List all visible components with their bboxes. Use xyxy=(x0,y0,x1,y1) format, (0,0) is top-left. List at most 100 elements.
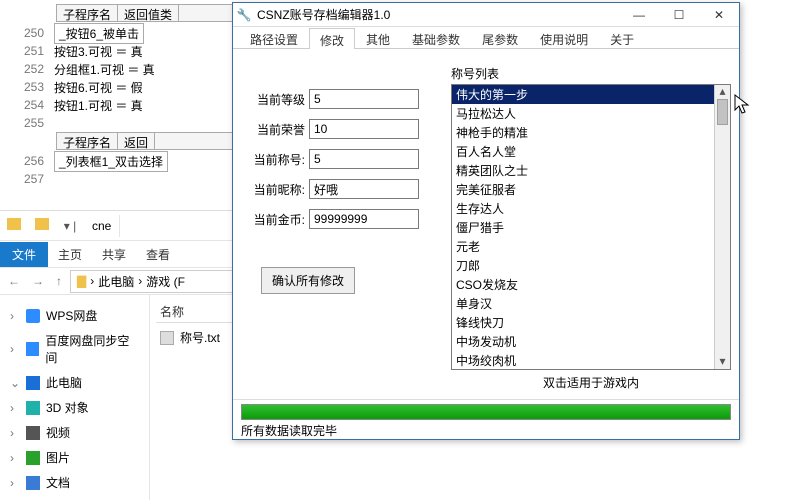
list-item[interactable]: CSO发烧友 xyxy=(452,275,730,294)
explorer-tab[interactable]: cne xyxy=(84,215,120,237)
tab-4[interactable]: 尾参数 xyxy=(471,27,529,48)
sidebar-item[interactable]: ›视频 xyxy=(4,420,145,445)
folder-icon: ▇ xyxy=(77,274,86,288)
list-item[interactable]: 神枪手的精准 xyxy=(452,123,730,142)
list-item[interactable]: 马拉松达人 xyxy=(452,104,730,123)
list-item[interactable]: 中场绞肉机 xyxy=(452,351,730,369)
txt-file-icon xyxy=(160,331,174,345)
ribbon-file[interactable]: 文件 xyxy=(0,242,48,267)
sidebar-item[interactable]: ›文档 xyxy=(4,470,145,495)
title-bar[interactable]: 🔧 CSNZ账号存档编辑器1.0 — ☐ ✕ xyxy=(233,3,739,27)
code-text: 按钮6.可视 ＝ 假 xyxy=(54,79,143,96)
sub-cell: _列表框1_双击选择 xyxy=(54,151,168,172)
sub-table-header2: 子程序名 返回 xyxy=(56,132,240,150)
explorer-sidebar: ›WPS网盘›百度网盘同步空间⌄此电脑›3D 对象›视频›图片›文档 xyxy=(0,295,150,500)
tab-2[interactable]: 其他 xyxy=(355,27,401,48)
list-item[interactable]: 元老 xyxy=(452,237,730,256)
close-button[interactable]: ✕ xyxy=(699,3,739,27)
scroll-up-icon[interactable]: ▴ xyxy=(715,85,730,99)
chevron-icon: › xyxy=(10,401,20,415)
pc-icon xyxy=(26,376,40,390)
crumb-sep: › xyxy=(138,274,142,288)
title-input[interactable] xyxy=(309,149,419,169)
minimize-button[interactable]: — xyxy=(619,3,659,27)
gold-input[interactable] xyxy=(309,209,419,229)
sidebar-item-label: 3D 对象 xyxy=(46,399,89,416)
code-row: 254按钮1.可视 ＝ 真 xyxy=(0,96,240,114)
progress-bar xyxy=(241,404,731,420)
sidebar-item-label: WPS网盘 xyxy=(46,307,97,324)
sidebar-item[interactable]: ⌄此电脑 xyxy=(4,370,145,395)
nav-fwd-icon[interactable]: → xyxy=(28,274,48,288)
list-item[interactable]: 中场发动机 xyxy=(452,332,730,351)
title-listbox[interactable]: 伟大的第一步马拉松达人神枪手的精准百人名人堂精英团队之士完美征服者生存达人僵尸猎… xyxy=(451,84,731,370)
sidebar-item-label: 图片 xyxy=(46,449,70,466)
wrench-icon: 🔧 xyxy=(233,8,255,22)
nick-label: 当前昵称: xyxy=(241,181,305,198)
tab-1[interactable]: 修改 xyxy=(309,28,355,49)
chevron-down-icon[interactable]: ▾ | xyxy=(56,219,84,233)
tab-5[interactable]: 使用说明 xyxy=(529,27,599,48)
nav-up-icon[interactable]: ↑ xyxy=(52,274,66,288)
ribbon-share[interactable]: 共享 xyxy=(92,242,136,267)
address-bar: ← → ↑ ▇ › 此电脑 › 游戏 (F xyxy=(0,267,240,295)
ribbon-home[interactable]: 主页 xyxy=(48,242,92,267)
list-item[interactable]: 伟大的第一步 xyxy=(452,85,730,104)
crumb-sep: › xyxy=(90,274,94,288)
col-rettype: 返回值类 xyxy=(118,5,179,21)
list-item[interactable]: 生存达人 xyxy=(452,199,730,218)
sidebar-item[interactable]: ›百度网盘同步空间 xyxy=(4,328,145,370)
col-subname: 子程序名 xyxy=(57,133,118,149)
maximize-button[interactable]: ☐ xyxy=(659,3,699,27)
tab-6[interactable]: 关于 xyxy=(599,27,645,48)
list-item[interactable]: 百人名人堂 xyxy=(452,142,730,161)
sidebar-item[interactable]: › 3D 对象 xyxy=(4,395,145,420)
honor-input[interactable] xyxy=(309,119,419,139)
file-item[interactable]: 称号.txt xyxy=(156,323,234,352)
list-item[interactable]: 刀郎 xyxy=(452,256,730,275)
chevron-icon: › xyxy=(10,342,20,356)
listbox-hint: 双击适用于游戏内 xyxy=(451,374,731,391)
sidebar-item[interactable]: › 图片 xyxy=(4,445,145,470)
sidebar-item[interactable]: › WPS网盘 xyxy=(4,303,145,328)
line-number: 256 xyxy=(0,154,54,168)
list-item[interactable]: 完美征服者 xyxy=(452,180,730,199)
folder-icon xyxy=(0,218,28,233)
nav-back-icon[interactable]: ← xyxy=(4,274,24,288)
sidebar-item-label: 视频 xyxy=(46,424,70,441)
edit-form: 当前等级 当前荣誉 当前称号: 当前昵称: 当前金币: 确认所有修改 xyxy=(241,59,451,391)
wps-icon xyxy=(26,309,40,323)
nick-input[interactable] xyxy=(309,179,419,199)
tab-0[interactable]: 路径设置 xyxy=(239,27,309,48)
chevron-icon: › xyxy=(10,476,20,490)
line-number: 252 xyxy=(0,62,54,76)
chevron-icon: › xyxy=(10,309,20,323)
status-text: 所有数据读取完毕 xyxy=(241,422,731,439)
chevron-icon: › xyxy=(10,451,20,465)
breadcrumb[interactable]: ▇ › 此电脑 › 游戏 (F xyxy=(70,270,236,293)
img-icon xyxy=(26,451,40,465)
scrollbar[interactable]: ▴ ▾ xyxy=(714,85,730,369)
crumb-pc[interactable]: 此电脑 xyxy=(98,273,134,290)
column-name[interactable]: 名称 xyxy=(156,301,234,323)
doc-icon xyxy=(26,476,40,490)
list-item[interactable]: 锋线快刀 xyxy=(452,313,730,332)
list-item[interactable]: 单身汉 xyxy=(452,294,730,313)
list-item[interactable]: 僵尸猎手 xyxy=(452,218,730,237)
line-number: 251 xyxy=(0,44,54,58)
line-number: 253 xyxy=(0,80,54,94)
window-title: CSNZ账号存档编辑器1.0 xyxy=(255,6,619,23)
ribbon-view[interactable]: 查看 xyxy=(136,242,180,267)
crumb-drive[interactable]: 游戏 (F xyxy=(146,273,185,290)
tab-3[interactable]: 基础参数 xyxy=(401,27,471,48)
confirm-button[interactable]: 确认所有修改 xyxy=(261,267,355,294)
code-text: 按钮3.可视 ＝ 真 xyxy=(54,43,143,60)
gold-label: 当前金币: xyxy=(241,211,305,228)
scroll-thumb[interactable] xyxy=(717,99,728,125)
list-item[interactable]: 精英团队之士 xyxy=(452,161,730,180)
code-text: 按钮1.可视 ＝ 真 xyxy=(54,97,143,114)
explorer-tabbar: ▾ | cne xyxy=(0,211,240,241)
code-row: 253按钮6.可视 ＝ 假 xyxy=(0,78,240,96)
scroll-down-icon[interactable]: ▾ xyxy=(715,355,730,369)
level-input[interactable] xyxy=(309,89,419,109)
